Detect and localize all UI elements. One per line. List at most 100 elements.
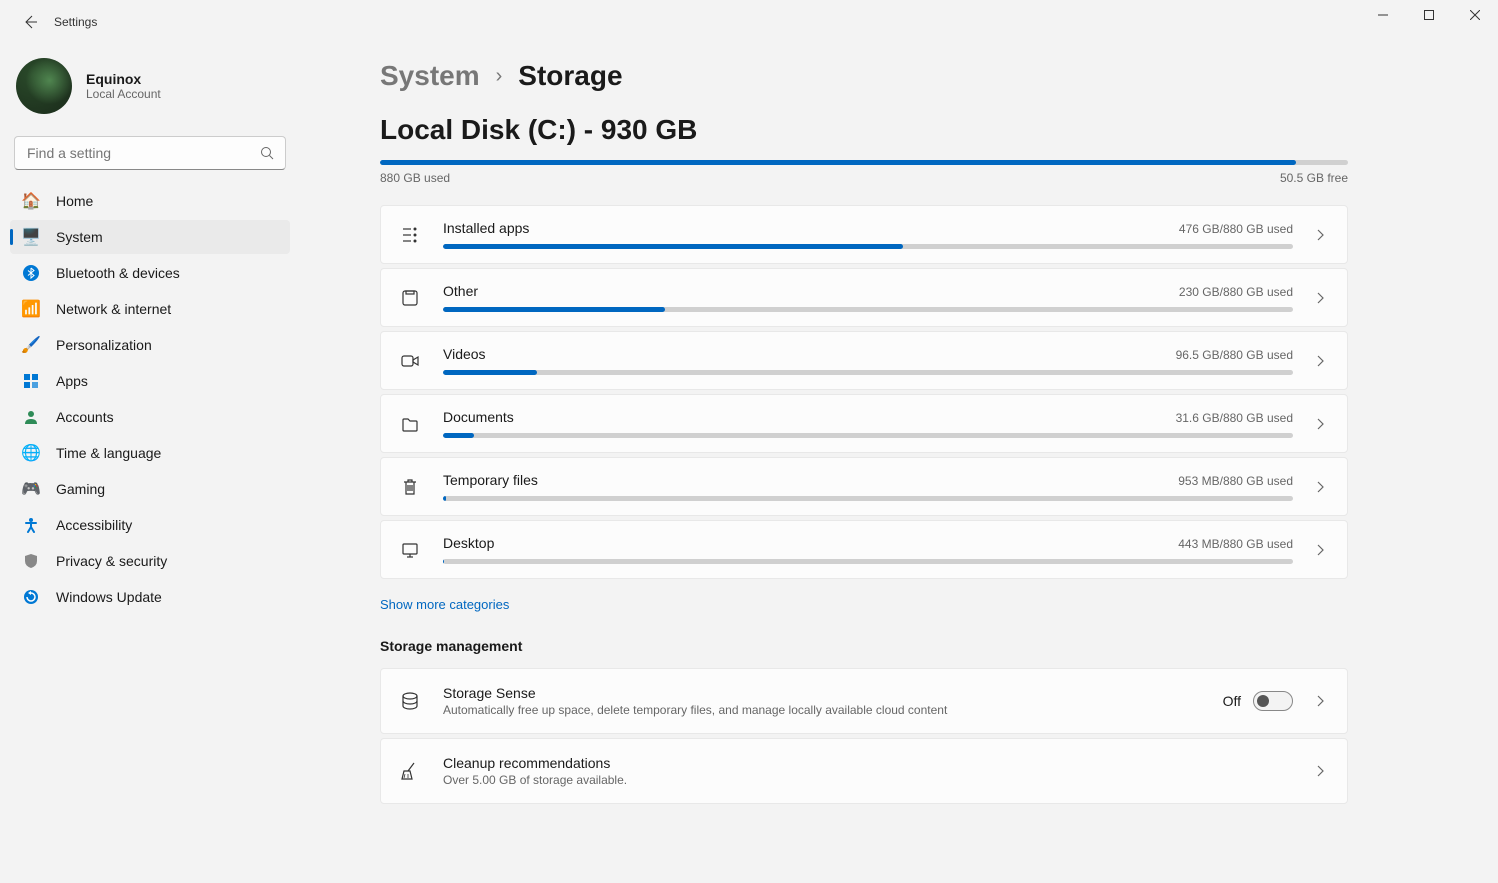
profile-block[interactable]: Equinox Local Account	[10, 52, 290, 128]
wifi-icon: 📶	[22, 300, 40, 318]
nav-accessibility[interactable]: Accessibility	[10, 508, 290, 542]
category-name: Documents	[443, 409, 514, 425]
category-bar	[443, 307, 1293, 312]
chevron-right-icon	[1313, 354, 1327, 368]
category-icon	[397, 348, 423, 374]
search-input[interactable]	[14, 136, 286, 170]
disk-title: Local Disk (C:) - 930 GB	[380, 114, 1348, 146]
category-usage: 953 MB/880 GB used	[1178, 474, 1293, 488]
chevron-right-icon	[1313, 543, 1327, 557]
nav-label: Home	[56, 193, 93, 209]
category-icon	[397, 285, 423, 311]
cleanup-title: Cleanup recommendations	[443, 755, 1293, 771]
breadcrumb-parent[interactable]: System	[380, 60, 480, 92]
category-icon	[397, 537, 423, 563]
nav-list: 🏠 Home 🖥️ System Bluetooth & devices 📶 N…	[10, 184, 290, 614]
nav-accounts[interactable]: Accounts	[10, 400, 290, 434]
storage-sense-card[interactable]: Storage Sense Automatically free up spac…	[380, 668, 1348, 734]
search-wrap	[14, 136, 286, 170]
category-name: Other	[443, 283, 478, 299]
category-usage: 96.5 GB/880 GB used	[1176, 348, 1293, 362]
chevron-right-icon	[1313, 417, 1327, 431]
apps-icon	[22, 372, 40, 390]
category-card[interactable]: Desktop 443 MB/880 GB used	[380, 520, 1348, 579]
close-button[interactable]	[1452, 0, 1498, 30]
nav-time[interactable]: 🌐 Time & language	[10, 436, 290, 470]
nav-label: Apps	[56, 373, 88, 389]
window-title: Settings	[54, 15, 97, 29]
profile-sub: Local Account	[86, 87, 161, 101]
minimize-button[interactable]	[1360, 0, 1406, 30]
chevron-right-icon	[1313, 764, 1327, 778]
category-bar	[443, 244, 1293, 249]
titlebar: Settings	[0, 0, 1498, 44]
chevron-right-icon	[1313, 694, 1327, 708]
broom-icon	[397, 758, 423, 784]
disk-free-label: 50.5 GB free	[1280, 171, 1348, 185]
category-card[interactable]: Documents 31.6 GB/880 GB used	[380, 394, 1348, 453]
back-button[interactable]	[20, 12, 40, 32]
nav-gaming[interactable]: 🎮 Gaming	[10, 472, 290, 506]
category-bar	[443, 433, 1293, 438]
brush-icon: 🖌️	[22, 336, 40, 354]
nav-system[interactable]: 🖥️ System	[10, 220, 290, 254]
nav-label: System	[56, 229, 103, 245]
category-card[interactable]: Videos 96.5 GB/880 GB used	[380, 331, 1348, 390]
nav-label: Gaming	[56, 481, 105, 497]
category-name: Desktop	[443, 535, 494, 551]
category-card[interactable]: Temporary files953 MB/880 GB used	[380, 457, 1348, 516]
storage-sense-icon	[397, 688, 423, 714]
nav-label: Network & internet	[56, 301, 171, 317]
show-more-link[interactable]: Show more categories	[380, 597, 509, 612]
system-icon: 🖥️	[22, 228, 40, 246]
category-name: Videos	[443, 346, 486, 362]
globe-icon: 🌐	[22, 444, 40, 462]
cleanup-card[interactable]: Cleanup recommendations Over 5.00 GB of …	[380, 738, 1348, 804]
shield-icon	[22, 552, 40, 570]
breadcrumb-current: Storage	[518, 60, 622, 92]
search-icon	[260, 146, 274, 160]
category-card[interactable]: Other 230 GB/880 GB used	[380, 268, 1348, 327]
nav-apps[interactable]: Apps	[10, 364, 290, 398]
maximize-button[interactable]	[1406, 0, 1452, 30]
category-bar	[443, 370, 1293, 375]
nav-label: Time & language	[56, 445, 161, 461]
disk-usage-bar	[380, 160, 1348, 165]
nav-personalization[interactable]: 🖌️ Personalization	[10, 328, 290, 362]
update-icon	[22, 588, 40, 606]
disk-used-label: 880 GB used	[380, 171, 450, 185]
nav-label: Accessibility	[56, 517, 132, 533]
main-content: System › Storage Local Disk (C:) - 930 G…	[300, 44, 1498, 883]
category-icon	[397, 411, 423, 437]
nav-label: Accounts	[56, 409, 114, 425]
nav-label: Bluetooth & devices	[56, 265, 180, 281]
category-card[interactable]: Installed apps476 GB/880 GB used	[380, 205, 1348, 264]
nav-bluetooth[interactable]: Bluetooth & devices	[10, 256, 290, 290]
category-icon	[397, 474, 423, 500]
storage-sense-toggle[interactable]	[1253, 691, 1293, 711]
category-icon	[397, 222, 423, 248]
profile-name: Equinox	[86, 71, 161, 87]
home-icon: 🏠	[22, 192, 40, 210]
nav-label: Windows Update	[56, 589, 162, 605]
nav-privacy[interactable]: Privacy & security	[10, 544, 290, 578]
nav-label: Personalization	[56, 337, 152, 353]
category-usage: 443 MB/880 GB used	[1178, 537, 1293, 551]
breadcrumb: System › Storage	[380, 60, 1348, 92]
cleanup-sub: Over 5.00 GB of storage available.	[443, 773, 1293, 787]
nav-update[interactable]: Windows Update	[10, 580, 290, 614]
category-bar	[443, 496, 1293, 501]
chevron-right-icon	[1313, 291, 1327, 305]
bluetooth-icon	[22, 264, 40, 282]
avatar	[16, 58, 72, 114]
nav-network[interactable]: 📶 Network & internet	[10, 292, 290, 326]
nav-home[interactable]: 🏠 Home	[10, 184, 290, 218]
disk-usage-fill	[380, 160, 1296, 165]
nav-label: Privacy & security	[56, 553, 167, 569]
category-usage: 230 GB/880 GB used	[1179, 285, 1293, 299]
toggle-state-label: Off	[1223, 693, 1241, 709]
accessibility-icon	[22, 516, 40, 534]
chevron-right-icon: ›	[496, 65, 503, 88]
person-icon	[22, 408, 40, 426]
category-usage: 31.6 GB/880 GB used	[1176, 411, 1293, 425]
